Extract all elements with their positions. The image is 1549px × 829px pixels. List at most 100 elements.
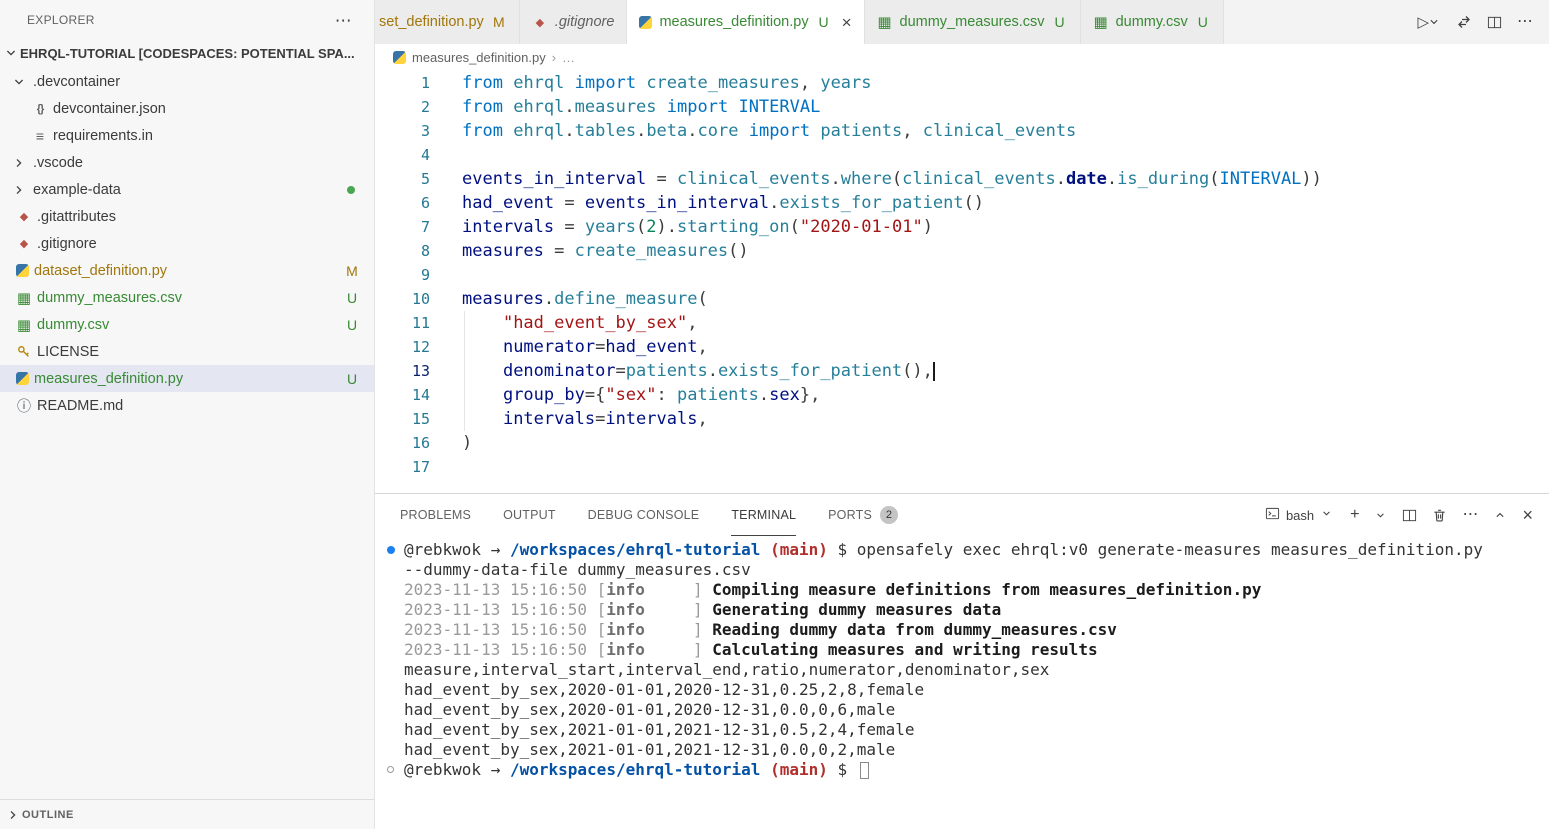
breadcrumb-file[interactable]: measures_definition.py: [412, 50, 546, 65]
kill-terminal-button[interactable]: [1432, 508, 1447, 523]
chevron-down-icon: [1320, 507, 1333, 523]
code-line-1[interactable]: 1from ehrql import create_measures, year…: [375, 71, 1549, 95]
code-editor[interactable]: 1from ehrql import create_measures, year…: [375, 71, 1549, 493]
python-file-icon: [639, 16, 652, 29]
line-number: 10: [375, 287, 430, 311]
git-file-icon: ◆: [16, 237, 32, 250]
editor-actions: ▷ ⋯: [1401, 0, 1549, 44]
code-line-15[interactable]: 15 intervals=intervals,: [375, 407, 1549, 431]
code-line-12[interactable]: 12 numerator=had_event,: [375, 335, 1549, 359]
code-line-9[interactable]: 9: [375, 263, 1549, 287]
split-terminal-button[interactable]: [1402, 508, 1417, 523]
code-line-10[interactable]: 10measures.define_measure(: [375, 287, 1549, 311]
tab-set_definition.py[interactable]: set_definition.pyM: [375, 0, 520, 44]
line-number: 15: [375, 407, 430, 431]
tree-item-.gitattributes[interactable]: ◆.gitattributes: [0, 203, 374, 230]
code-line-17[interactable]: 17: [375, 455, 1549, 479]
panel-tab-label: TERMINAL: [731, 508, 796, 522]
explorer-more-actions-icon[interactable]: ⋯: [335, 12, 352, 29]
code-line-11[interactable]: 11 "had_event_by_sex",: [375, 311, 1549, 335]
tree-item-example-data[interactable]: example-data: [0, 176, 374, 203]
modified-dot-badge: [347, 186, 355, 194]
tree-item-dummy_measures.csv[interactable]: ▦dummy_measures.csvU: [0, 284, 374, 311]
git-file-icon: ◆: [532, 16, 548, 29]
breadcrumb[interactable]: measures_definition.py › …: [375, 44, 1549, 71]
bash-terminal-icon: [1265, 506, 1280, 524]
tab-dummy_measures.csv[interactable]: ▦dummy_measures.csvU: [865, 0, 1081, 44]
panel-tab-debug-console[interactable]: DEBUG CONSOLE: [588, 494, 700, 536]
git-status-badge: U: [1195, 14, 1211, 30]
breadcrumb-more[interactable]: …: [562, 50, 575, 65]
code-line-5[interactable]: 5events_in_interval = clinical_events.wh…: [375, 167, 1549, 191]
workspace-name: EHRQL-TUTORIAL [CODESPACES: POTENTIAL SP…: [20, 46, 355, 61]
new-terminal-button[interactable]: +: [1350, 507, 1359, 523]
file-name: .gitattributes: [37, 209, 116, 225]
maximize-panel-icon[interactable]: [1493, 508, 1507, 522]
ports-count-badge: 2: [880, 506, 898, 524]
tree-item-dummy.csv[interactable]: ▦dummy.csvU: [0, 311, 374, 338]
breadcrumb-separator-icon: ›: [552, 50, 556, 65]
panel-tab-problems[interactable]: PROBLEMS: [400, 494, 471, 536]
panel-tab-label: DEBUG CONSOLE: [588, 508, 700, 522]
python-file-icon: [393, 51, 406, 64]
panel-more-actions-icon[interactable]: ⋯: [1462, 507, 1478, 523]
tree-item-.gitignore[interactable]: ◆.gitignore: [0, 230, 374, 257]
file-name: example-data: [33, 182, 121, 198]
panel-tab-label: PORTS: [828, 508, 872, 522]
terminal-launch-dropdown-icon[interactable]: [1374, 509, 1387, 522]
tree-item-.devcontainer[interactable]: .devcontainer: [0, 68, 374, 95]
panel-header: PROBLEMS OUTPUT DEBUG CONSOLE TERMINAL PORTS…: [375, 494, 1549, 536]
vscode-window: EXPLORER ⋯ EHRQL-TUTORIAL [CODESPACES: P…: [0, 0, 1549, 829]
python-file-icon: [16, 372, 29, 385]
terminal-line-3: 2023-11-13 15:16:50 [info ] Compiling me…: [387, 580, 1549, 600]
code-line-14[interactable]: 14 group_by={"sex": patients.sex},: [375, 383, 1549, 407]
close-tab-icon[interactable]: ×: [842, 14, 852, 31]
code-line-13[interactable]: 13 denominator=patients.exists_for_patie…: [375, 359, 1549, 383]
close-panel-icon[interactable]: ×: [1522, 506, 1533, 524]
tree-item-measures_definition.py[interactable]: measures_definition.pyU: [0, 365, 374, 392]
tree-item-LICENSE[interactable]: LICENSE: [0, 338, 374, 365]
file-name: measures_definition.py: [34, 371, 183, 387]
panel-tab-ports[interactable]: PORTS 2: [828, 494, 898, 536]
tree-item-.vscode[interactable]: .vscode: [0, 149, 374, 176]
tab-dummy.csv[interactable]: ▦dummy.csvU: [1081, 0, 1224, 44]
python-file-icon: [16, 264, 29, 277]
panel-tab-terminal[interactable]: TERMINAL: [731, 494, 796, 536]
tree-item-requirements.in[interactable]: ≡requirements.in: [0, 122, 374, 149]
run-button[interactable]: ▷: [1417, 15, 1441, 30]
tree-item-dataset_definition.py[interactable]: dataset_definition.pyM: [0, 257, 374, 284]
file-name: .devcontainer: [33, 74, 120, 90]
line-number: 7: [375, 215, 430, 239]
code-line-3[interactable]: 3from ehrql.tables.beta.core import pati…: [375, 119, 1549, 143]
tree-item-devcontainer.json[interactable]: {}devcontainer.json: [0, 95, 374, 122]
code-line-7[interactable]: 7intervals = years(2).starting_on("2020-…: [375, 215, 1549, 239]
panel-tab-output[interactable]: OUTPUT: [503, 494, 556, 536]
code-line-6[interactable]: 6had_event = events_in_interval.exists_f…: [375, 191, 1549, 215]
line-number: 8: [375, 239, 430, 263]
editor-more-actions-icon[interactable]: ⋯: [1517, 14, 1533, 30]
workspace-header[interactable]: EHRQL-TUTORIAL [CODESPACES: POTENTIAL SP…: [0, 40, 374, 66]
code-line-2[interactable]: 2from ehrql.measures import INTERVAL: [375, 95, 1549, 119]
terminal-line-8: had_event_by_sex,2020-01-01,2020-12-31,0…: [387, 680, 1549, 700]
tab-.gitignore[interactable]: ◆.gitignore: [520, 0, 628, 44]
file-tree: .devcontainer {}devcontainer.json≡require…: [0, 66, 374, 799]
command-prompt-decoration[interactable]: [387, 766, 394, 773]
json-file-icon: {}: [32, 103, 48, 115]
tab-measures_definition.py[interactable]: measures_definition.pyU×: [627, 0, 864, 44]
split-editor-button[interactable]: [1487, 15, 1502, 30]
code-line-8[interactable]: 8measures = create_measures(): [375, 239, 1549, 263]
tree-item-README.md[interactable]: ⓘREADME.md: [0, 392, 374, 419]
code-line-16[interactable]: 16): [375, 431, 1549, 455]
open-changes-icon[interactable]: [1456, 14, 1472, 30]
line-number: 17: [375, 455, 430, 479]
terminal-line-4: 2023-11-13 15:16:50 [info ] Generating d…: [387, 600, 1549, 620]
command-executed-decoration[interactable]: [387, 546, 395, 554]
tab-label: set_definition.py: [379, 14, 484, 30]
terminal-shell-selector[interactable]: bash: [1265, 506, 1333, 524]
terminal[interactable]: @rebkwok → /workspaces/ehrql-tutorial (m…: [375, 536, 1549, 829]
code-line-4[interactable]: 4: [375, 143, 1549, 167]
file-name: dummy.csv: [37, 317, 109, 333]
terminal-line-9: had_event_by_sex,2020-01-01,2020-12-31,0…: [387, 700, 1549, 720]
outline-section-header[interactable]: OUTLINE: [0, 799, 374, 829]
git-status-badge: U: [816, 14, 832, 30]
